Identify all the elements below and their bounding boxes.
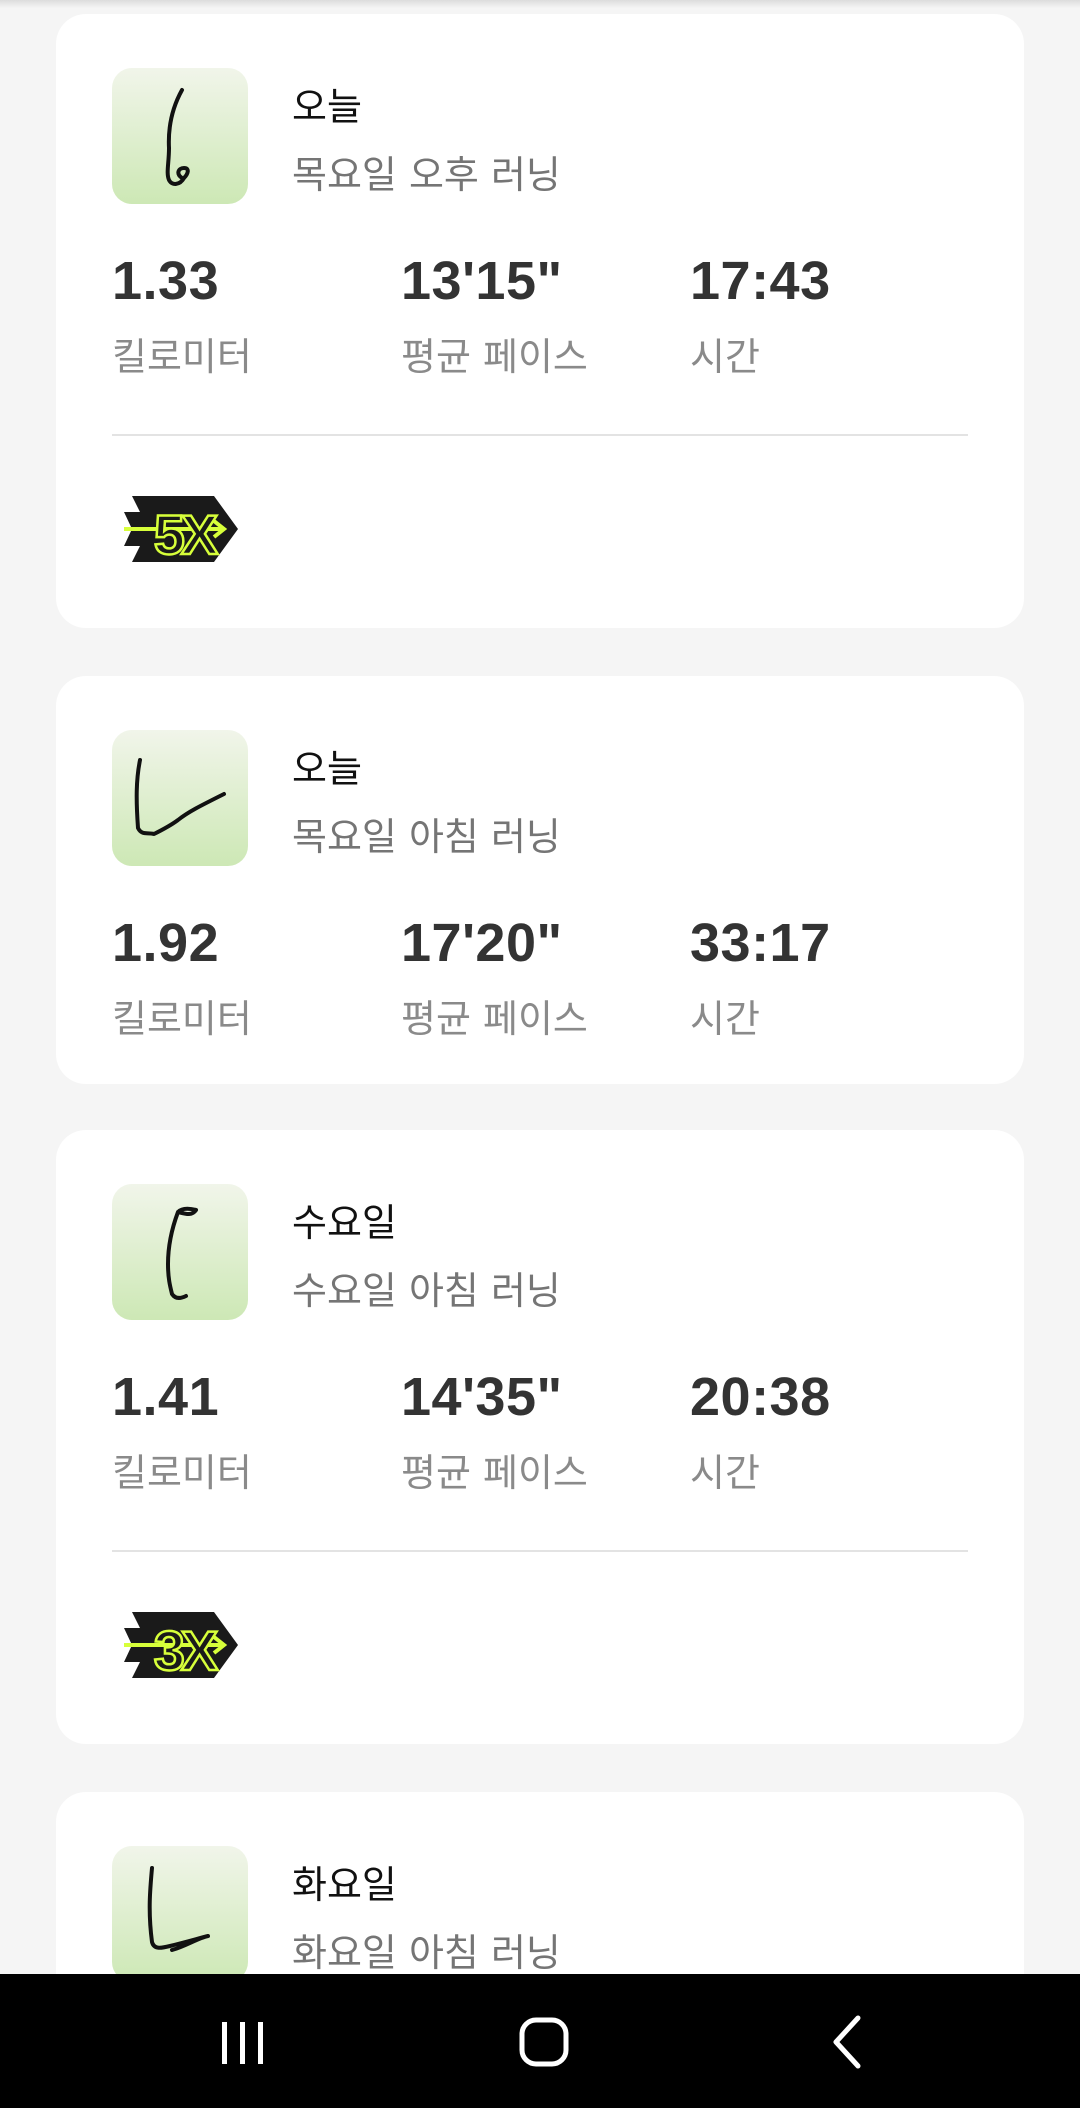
distance-value: 1.41: [112, 1367, 220, 1427]
activity-title: 화요일 아침 러닝: [292, 1931, 561, 1975]
top-shadow: [0, 0, 1080, 8]
recents-icon: [222, 2022, 263, 2064]
route-map-icon: [112, 1846, 248, 1982]
pace-value: 17'20": [401, 913, 563, 973]
pace-stat: 14'35" 평균 페이스: [401, 1370, 588, 1497]
activity-title: 수요일 아침 러닝: [292, 1269, 561, 1313]
distance-stat: 1.41 킬로미터: [112, 1370, 252, 1497]
streak-badge-icon[interactable]: 5X: [118, 484, 242, 578]
pace-stat: 13'15" 평균 페이스: [401, 254, 588, 381]
home-icon: [519, 2017, 569, 2067]
pace-stat: 17'20" 평균 페이스: [401, 916, 588, 1043]
time-stat: 33:17 시간: [690, 916, 831, 1043]
time-label: 시간: [690, 997, 760, 1041]
activity-card[interactable]: 오늘 목요일 아침 러닝 1.92 킬로미터 17'20" 평균 페이스 33:…: [56, 676, 1024, 1084]
time-stat: 20:38 시간: [690, 1370, 831, 1497]
distance-stat: 1.92 킬로미터: [112, 916, 252, 1043]
activity-day: 화요일: [292, 1863, 397, 1907]
distance-label: 킬로미터: [112, 1451, 252, 1495]
back-button[interactable]: [786, 1974, 906, 2108]
home-button[interactable]: [484, 1974, 604, 2108]
route-map-icon: [112, 1184, 248, 1320]
time-value: 17:43: [690, 251, 831, 311]
streak-badge-icon[interactable]: 3X: [118, 1600, 242, 1694]
distance-value: 1.33: [112, 251, 220, 311]
divider: [112, 434, 968, 436]
distance-label: 킬로미터: [112, 997, 252, 1041]
activity-day: 오늘: [292, 85, 362, 129]
activity-title: 목요일 아침 러닝: [292, 815, 561, 859]
activity-day: 오늘: [292, 747, 362, 791]
activity-card[interactable]: 오늘 목요일 오후 러닝 1.33 킬로미터 13'15" 평균 페이스 17:…: [56, 14, 1024, 628]
time-label: 시간: [690, 1451, 760, 1495]
route-map-icon: [112, 68, 248, 204]
time-stat: 17:43 시간: [690, 254, 831, 381]
time-value: 33:17: [690, 913, 831, 973]
distance-stat: 1.33 킬로미터: [112, 254, 252, 381]
time-label: 시간: [690, 335, 760, 379]
pace-label: 평균 페이스: [401, 1451, 588, 1495]
back-icon: [833, 2015, 861, 2069]
distance-label: 킬로미터: [112, 335, 252, 379]
badge-label: 3X: [154, 1619, 218, 1682]
pace-label: 평균 페이스: [401, 997, 588, 1041]
time-value: 20:38: [690, 1367, 831, 1427]
divider: [112, 1550, 968, 1552]
activity-card[interactable]: 수요일 수요일 아침 러닝 1.41 킬로미터 14'35" 평균 페이스 20…: [56, 1130, 1024, 1744]
route-map-icon: [112, 730, 248, 866]
pace-label: 평균 페이스: [401, 335, 588, 379]
activity-title: 목요일 오후 러닝: [292, 153, 561, 197]
recents-button[interactable]: [182, 1974, 302, 2108]
badge-label: 5X: [154, 503, 218, 566]
activity-day: 수요일: [292, 1201, 397, 1245]
system-navigation-bar: [0, 1974, 1080, 2108]
pace-value: 13'15": [401, 251, 563, 311]
distance-value: 1.92: [112, 913, 220, 973]
pace-value: 14'35": [401, 1367, 563, 1427]
